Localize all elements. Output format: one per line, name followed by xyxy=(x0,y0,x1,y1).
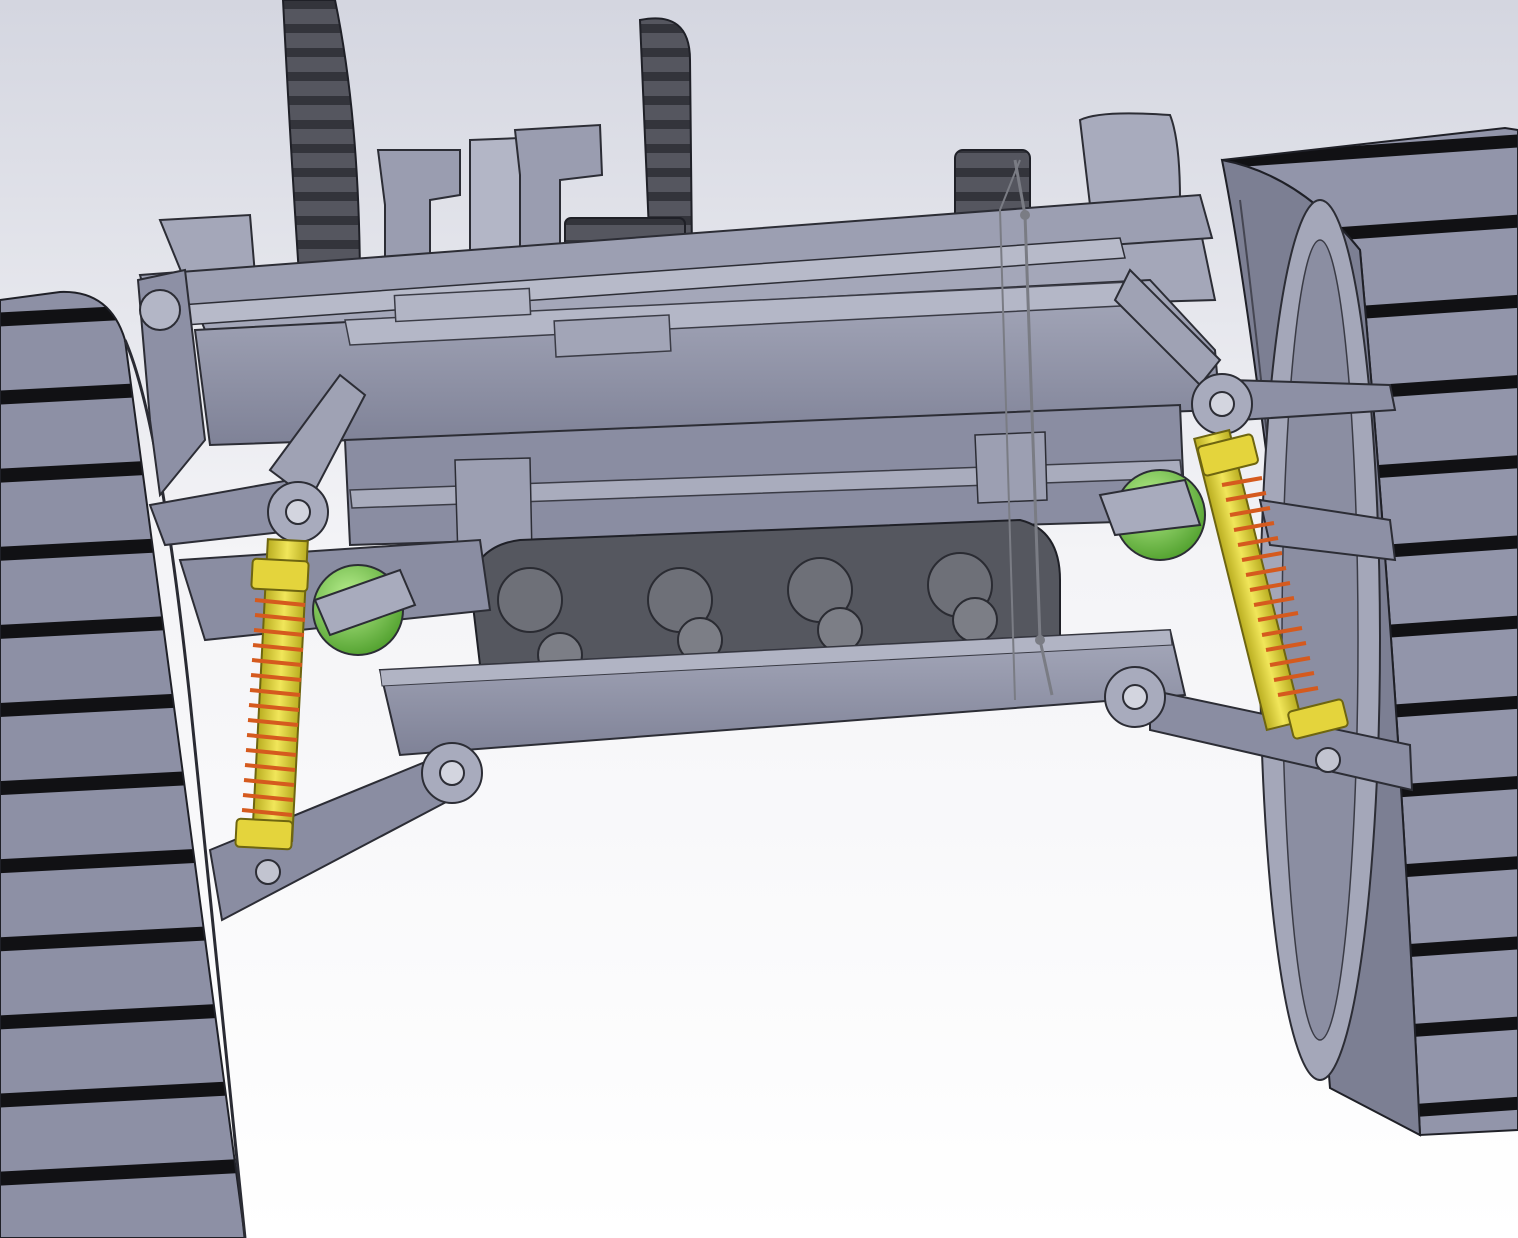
chassis-render xyxy=(0,0,1518,1238)
cad-viewport xyxy=(0,0,1518,1238)
